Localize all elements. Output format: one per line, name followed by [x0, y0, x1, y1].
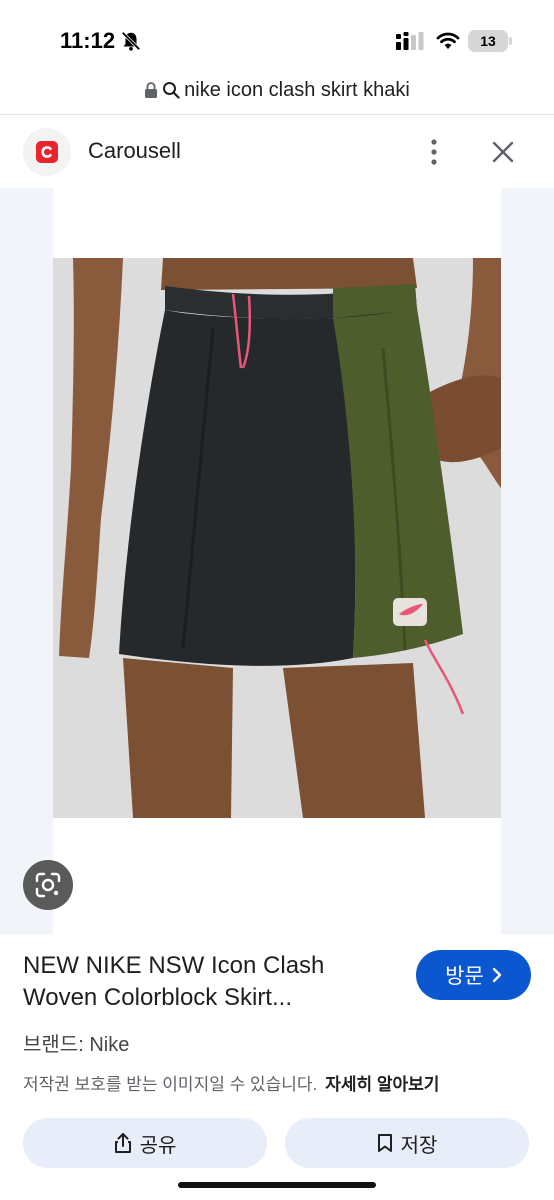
google-lens-button[interactable]	[23, 860, 73, 910]
home-indicator[interactable]	[178, 1182, 376, 1188]
brand-line: 브랜드: Nike	[23, 1034, 130, 1056]
product-image[interactable]	[53, 258, 501, 818]
product-title[interactable]: NEW NIKE NSW Icon Clash Woven Colorblock…	[23, 950, 393, 1014]
wifi-icon	[436, 32, 460, 49]
google-lens-icon	[35, 872, 61, 898]
visit-button-label: 방문	[445, 965, 484, 988]
carousell-logo[interactable]	[23, 128, 71, 176]
lock-icon	[145, 82, 158, 98]
share-label: 공유	[139, 1134, 177, 1157]
bell-slash-icon	[121, 31, 141, 51]
status-time: 11:12	[60, 28, 116, 53]
chevron-right-icon	[492, 967, 502, 983]
address-bar[interactable]: nike icon clash skirt khaki	[0, 72, 554, 108]
search-query[interactable]: nike icon clash skirt khaki	[184, 79, 410, 102]
status-bar: 11:12 13	[0, 0, 554, 70]
search-icon	[163, 82, 180, 99]
visit-button[interactable]: 방문	[416, 950, 531, 1000]
more-options-icon[interactable]	[422, 136, 446, 168]
save-button[interactable]: 저장	[285, 1118, 529, 1168]
source-header: Carousell	[0, 118, 554, 186]
battery-indicator: 13	[468, 30, 508, 52]
battery-nub	[509, 37, 512, 45]
save-label: 저장	[400, 1134, 438, 1157]
learn-more-link[interactable]: 자세히 알아보기	[325, 1075, 439, 1094]
image-viewer	[0, 188, 554, 934]
source-name[interactable]: Carousell	[88, 138, 181, 164]
close-icon[interactable]	[489, 138, 517, 166]
share-icon	[114, 1133, 131, 1153]
bookmark-icon	[377, 1134, 392, 1152]
copyright-notice: 저작권 보호를 받는 이미지일 수 있습니다. 자세히 알아보기	[23, 1070, 439, 1095]
copyright-text: 저작권 보호를 받는 이미지일 수 있습니다.	[23, 1075, 318, 1094]
signal-icon	[396, 32, 424, 50]
carousell-logo-icon	[36, 141, 58, 163]
header-divider	[0, 114, 554, 115]
share-button[interactable]: 공유	[23, 1118, 267, 1168]
